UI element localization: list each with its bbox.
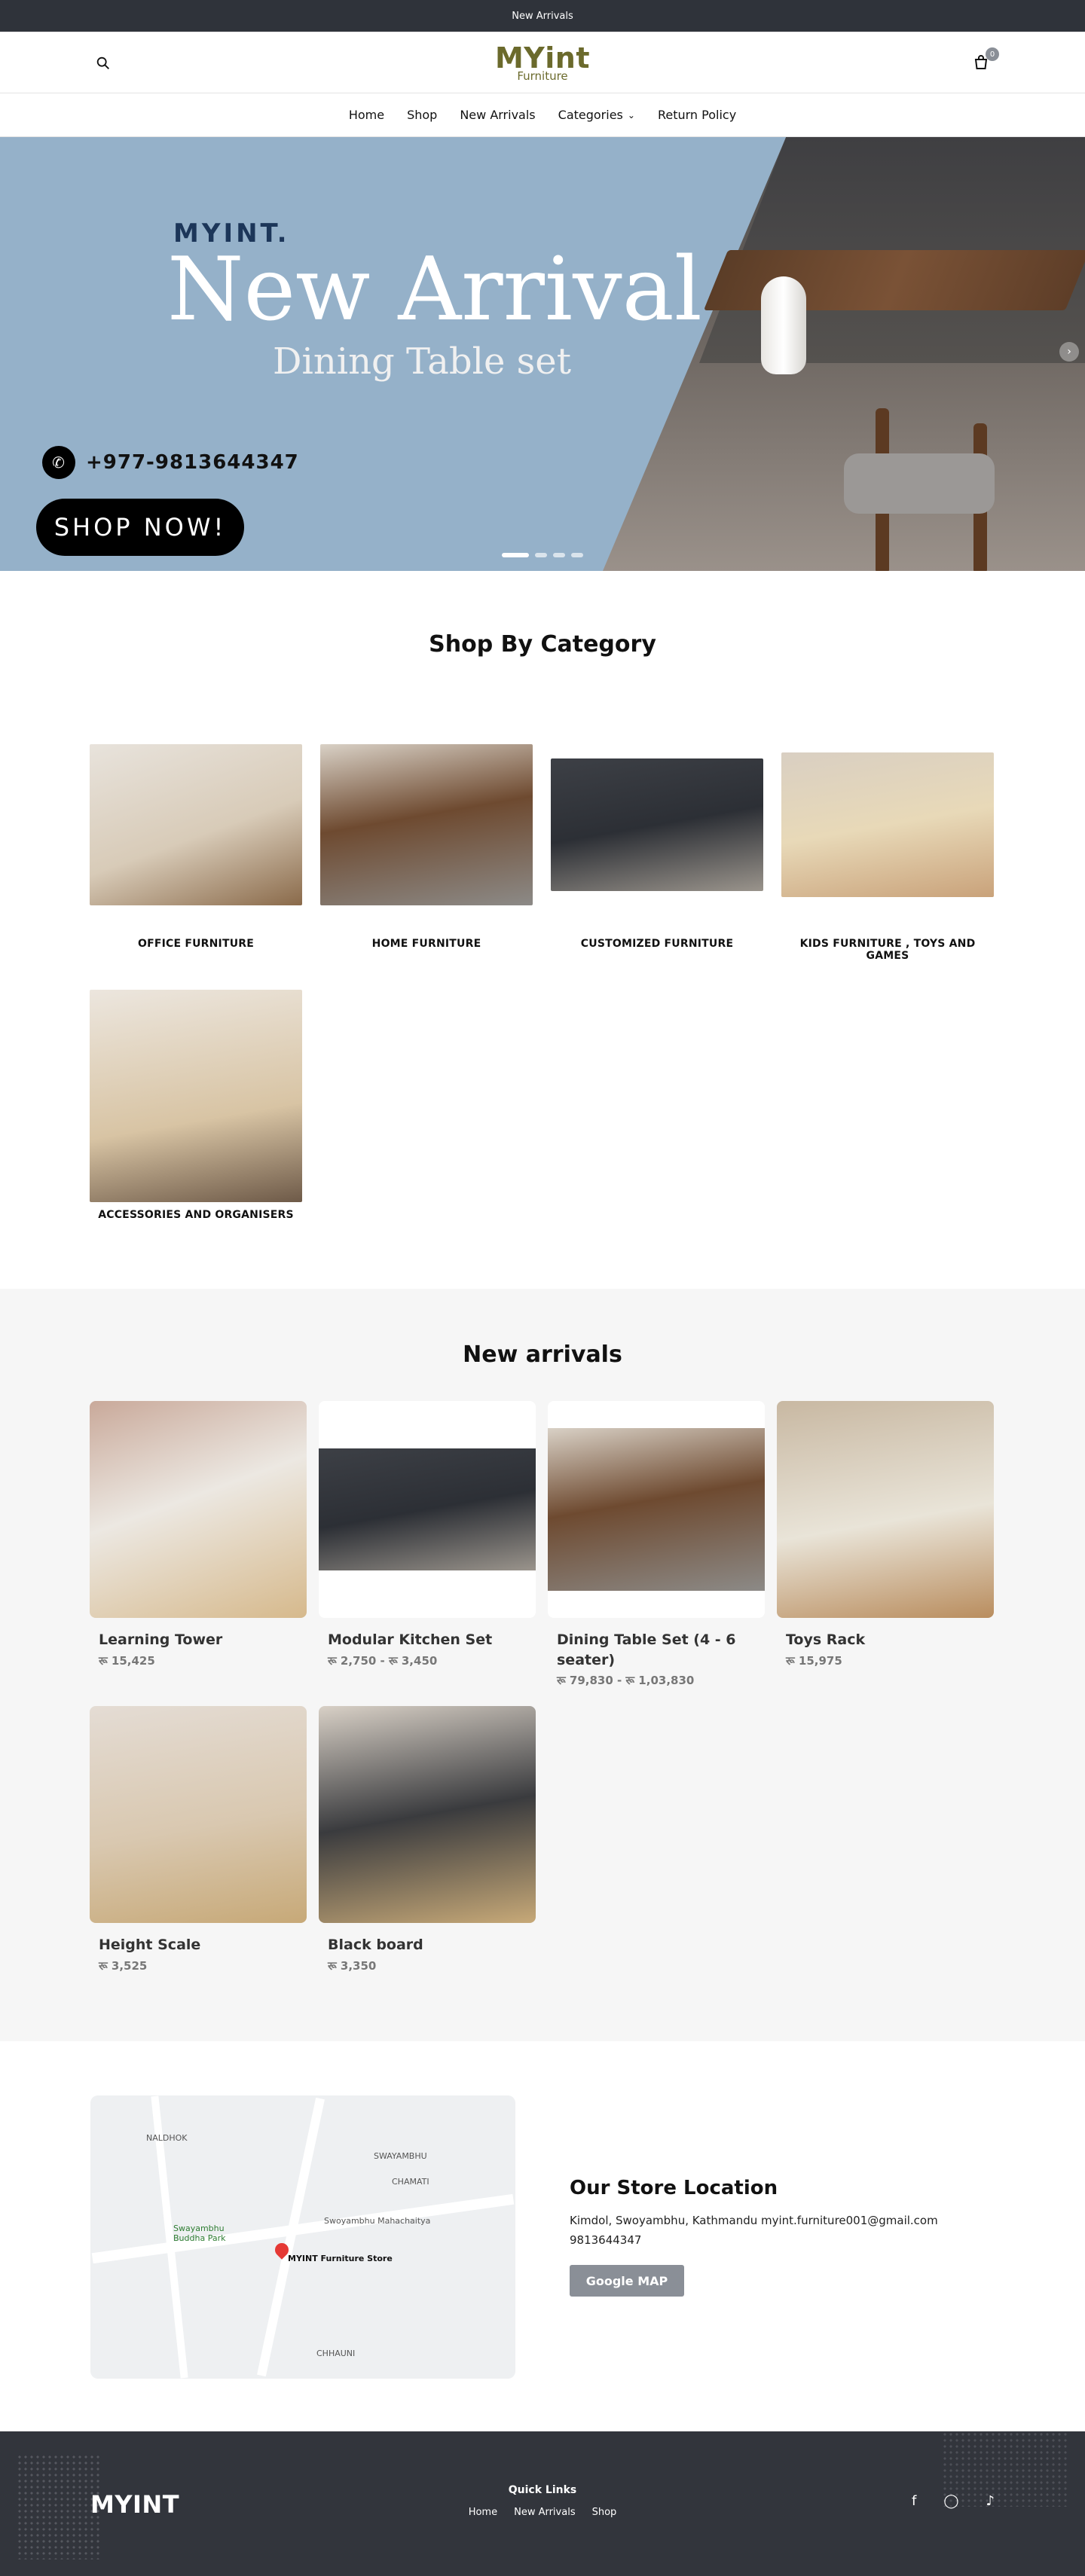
site-header: MYint Furniture 0	[0, 32, 1085, 93]
nav-home[interactable]: Home	[349, 108, 384, 122]
tiktok-icon[interactable]: ♪	[986, 2493, 995, 2509]
slider-dot[interactable]	[571, 553, 583, 557]
category-name: OFFICE FURNITURE	[137, 938, 255, 950]
product-price: रू 15,425	[99, 1653, 155, 1668]
map-label: CHHAUNI	[316, 2348, 356, 2358]
nav-categories-label: Categories	[558, 108, 623, 122]
category-card[interactable]: OFFICE FURNITURE	[90, 718, 302, 962]
product-image	[319, 1706, 536, 1924]
product-card[interactable]: Height Scale रू 3,525	[90, 1706, 307, 1973]
product-title[interactable]: Modular Kitchen Set	[328, 1630, 527, 1650]
product-card[interactable]: Toys Rack रू 15,975	[777, 1401, 994, 1688]
nav-shop[interactable]: Shop	[407, 108, 437, 122]
shop-now-button[interactable]: SHOP NOW!	[36, 499, 244, 556]
category-card[interactable]: KIDS FURNITURE , TOYS AND GAMES	[781, 718, 994, 962]
product-price: रू 3,525	[99, 1958, 148, 1973]
footer-link-shop[interactable]: Shop	[592, 2507, 617, 2518]
slider-dot[interactable]	[553, 553, 565, 557]
site-footer: MYINT Quick Links Home New Arrivals Shop…	[0, 2431, 1085, 2576]
store-title: Our Store Location	[570, 2177, 778, 2200]
product-image	[777, 1401, 994, 1618]
product-card[interactable]: Dining Table Set (4 - 6 seater) रू 79,83…	[548, 1401, 765, 1688]
cart-button[interactable]: 0	[972, 47, 999, 72]
announcement-bar: New Arrivals	[0, 0, 1085, 32]
category-card[interactable]: ACCESSORIES AND ORGANISERS	[90, 989, 302, 1221]
map-store-label: MYINT Furniture Store	[288, 2253, 393, 2263]
product-price: रू 15,975	[786, 1653, 842, 1668]
slider-dots	[502, 553, 583, 557]
product-price: रू 2,750 - रू 3,450	[328, 1653, 438, 1668]
product-title[interactable]: Height Scale	[99, 1935, 298, 1955]
slider-dot[interactable]	[502, 553, 529, 557]
product-card[interactable]: Black board रू 3,350	[319, 1706, 536, 1973]
product-title[interactable]: Dining Table Set (4 - 6 seater)	[557, 1630, 756, 1670]
category-image	[551, 718, 763, 932]
chevron-down-icon: ⌄	[627, 109, 635, 121]
instagram-icon[interactable]: ◯	[943, 2493, 958, 2509]
product-card[interactable]: Modular Kitchen Set रू 2,750 - रू 3,450	[319, 1401, 536, 1688]
product-image	[90, 1706, 307, 1924]
footer-link-home[interactable]: Home	[469, 2507, 497, 2518]
map-label: CHAMATI	[392, 2176, 429, 2187]
category-card[interactable]: HOME FURNITURE	[320, 718, 533, 962]
product-price: रू 3,350	[328, 1958, 377, 1973]
logo-brand: MYint	[494, 41, 591, 75]
category-name: KIDS FURNITURE , TOYS AND GAMES	[799, 938, 976, 962]
product-price: रू 79,830 - रू 1,03,830	[557, 1674, 695, 1688]
hero-headline: New Arrival	[167, 239, 702, 340]
category-image	[90, 989, 302, 1203]
google-map-button[interactable]: Google MAP	[570, 2265, 684, 2297]
social-links: f ◯ ♪	[912, 2493, 995, 2509]
chevron-right-icon[interactable]: ›	[1059, 342, 1079, 362]
category-card[interactable]: CUSTOMIZED FURNITURE	[551, 718, 763, 962]
category-name: CUSTOMIZED FURNITURE	[580, 938, 734, 950]
category-name: HOME FURNITURE	[371, 938, 481, 950]
hero-chair-seat	[844, 453, 995, 514]
site-logo[interactable]: MYint Furniture	[495, 44, 590, 82]
category-image	[90, 718, 302, 932]
phone-icon: ✆	[42, 446, 75, 479]
product-title[interactable]: Black board	[328, 1935, 527, 1955]
new-arrivals-section: New arrivals Learning Tower रू 15,425 Mo…	[0, 1289, 1085, 2041]
store-location-section: NALDHOK SWAYAMBHU CHAMATI Swayambhu Budd…	[0, 2041, 1085, 2431]
cart-count-badge: 0	[986, 47, 999, 61]
map-label: Swoyambhu Mahachaitya	[324, 2215, 431, 2226]
product-title[interactable]: Toys Rack	[786, 1630, 985, 1650]
shop-by-category-section: Shop By Category OFFICE FURNITURE HOME F…	[0, 571, 1085, 1289]
section-title: Shop By Category	[429, 631, 656, 658]
category-image	[320, 718, 533, 932]
hero-phone: ✆ +977-9813644347	[42, 446, 299, 479]
product-title[interactable]: Learning Tower	[99, 1630, 298, 1650]
map-label: Swayambhu Buddha Park	[173, 2223, 226, 2243]
section-title: New arrivals	[463, 1341, 622, 1368]
category-grid: OFFICE FURNITURE HOME FURNITURE CUSTOMIZ…	[90, 718, 995, 1221]
hero-subline: Dining Table set	[273, 340, 571, 383]
main-nav: Home Shop New Arrivals Categories ⌄ Retur…	[0, 93, 1085, 137]
product-image	[548, 1401, 765, 1618]
hero-vase-image	[761, 276, 806, 374]
slider-dot[interactable]	[535, 553, 547, 557]
nav-return-policy[interactable]: Return Policy	[658, 108, 736, 122]
hero-banner: MYINT. New Arrival Dining Table set ✆ +9…	[0, 137, 1085, 571]
footer-link-new-arrivals[interactable]: New Arrivals	[514, 2507, 576, 2518]
store-info: Our Store Location Kimdol, Swoyambhu, Ka…	[570, 2177, 938, 2297]
map-label: SWAYAMBHU	[374, 2150, 427, 2161]
product-image	[90, 1401, 307, 1618]
store-map[interactable]: NALDHOK SWAYAMBHU CHAMATI Swayambhu Budd…	[90, 2095, 515, 2379]
store-address: Kimdol, Swoyambhu, Kathmandu myint.furni…	[570, 2214, 938, 2228]
store-phone: 9813644347	[570, 2233, 642, 2247]
facebook-icon[interactable]: f	[912, 2493, 916, 2509]
product-card[interactable]: Learning Tower रू 15,425	[90, 1401, 307, 1688]
category-image	[781, 718, 994, 932]
product-image	[319, 1401, 536, 1618]
nav-categories[interactable]: Categories ⌄	[558, 108, 635, 122]
product-grid: Learning Tower रू 15,425 Modular Kitchen…	[90, 1401, 995, 1973]
map-label: NALDHOK	[146, 2132, 188, 2143]
announcement-text[interactable]: New Arrivals	[512, 11, 573, 22]
category-name: ACCESSORIES AND ORGANISERS	[98, 1209, 294, 1221]
search-icon[interactable]	[95, 55, 112, 72]
nav-new-arrivals[interactable]: New Arrivals	[460, 108, 535, 122]
hero-phone-number: +977-9813644347	[86, 451, 299, 474]
